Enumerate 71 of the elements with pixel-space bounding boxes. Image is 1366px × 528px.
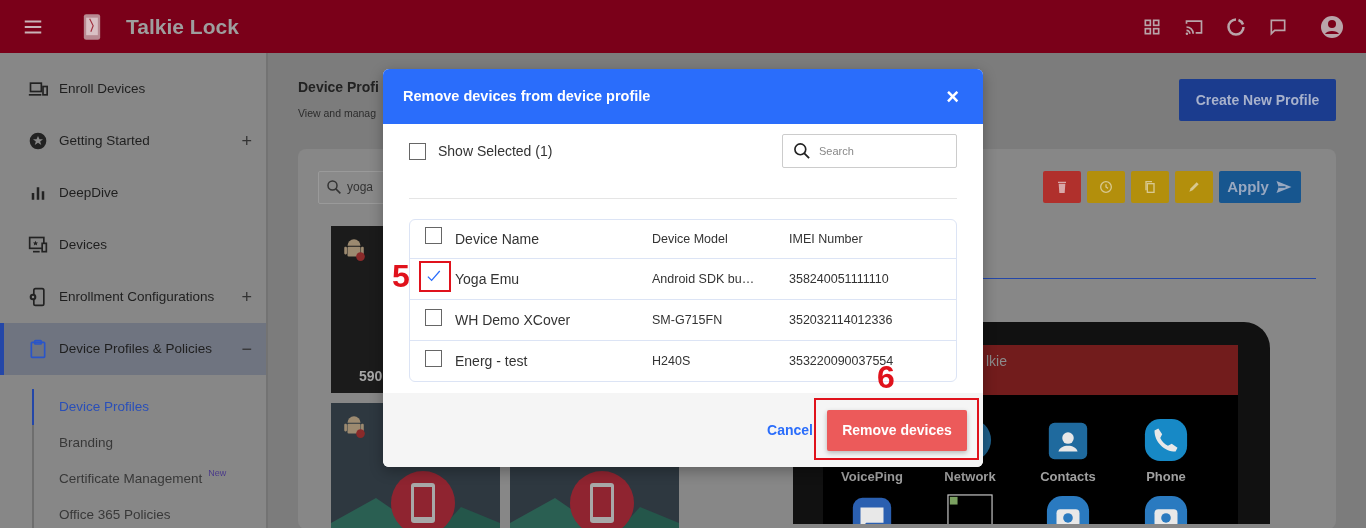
new-label: New bbox=[208, 467, 227, 480]
cancel-link[interactable]: Cancel bbox=[767, 419, 813, 441]
app-title: Talkie Lock bbox=[126, 13, 239, 40]
sidebar-label: DeepDive bbox=[59, 183, 119, 202]
sidebar-label: Enrollment Configurations bbox=[59, 287, 215, 306]
page-subtitle: View and manag bbox=[298, 106, 378, 121]
expand-toggle[interactable]: + bbox=[241, 283, 252, 311]
submenu-item[interactable]: Office 365 Policies bbox=[32, 497, 266, 528]
column-header: Device Model bbox=[651, 230, 729, 248]
table-cell-text: 358240051111110 bbox=[788, 270, 889, 288]
sidebar-item[interactable]: Device Profiles & Policies − bbox=[0, 323, 266, 375]
submenu-label: Branding bbox=[59, 433, 114, 452]
sidebar-item[interactable]: Enroll Devices bbox=[0, 63, 266, 115]
sidebar-label: Getting Started bbox=[59, 131, 150, 150]
sidebar-item[interactable]: Devices bbox=[0, 219, 266, 271]
sidebar-item[interactable]: Getting Started + bbox=[0, 115, 266, 167]
apply-button[interactable]: Apply bbox=[1219, 170, 1301, 203]
tile-caption: 590 bbox=[359, 366, 383, 386]
column-header: IMEI Number bbox=[788, 230, 863, 248]
table-cell-text: SM-G715FN bbox=[651, 311, 724, 329]
app-label: VoicePing bbox=[841, 467, 903, 486]
sidebar-label: Device Profiles & Policies bbox=[59, 339, 213, 358]
table-cell-text: Android SDK bu… bbox=[651, 270, 756, 288]
column-header: Device Name bbox=[454, 229, 541, 249]
close-button[interactable]: × bbox=[942, 85, 963, 108]
submenu-item[interactable]: Branding bbox=[32, 425, 266, 461]
app-label: Network bbox=[944, 467, 996, 486]
table-cell-text: Yoga Emu bbox=[454, 269, 521, 289]
dialog-title: Remove devices from device profile bbox=[403, 86, 651, 106]
app-bar-title: lkie bbox=[986, 352, 1007, 369]
table-cell-text: H240S bbox=[651, 352, 692, 370]
table-cell-text: Energ - test bbox=[454, 351, 529, 371]
highlight-frame bbox=[419, 261, 451, 292]
checkbox[interactable] bbox=[409, 142, 426, 160]
devices-icon bbox=[28, 79, 48, 99]
submenu-item[interactable]: Certificate Management New bbox=[32, 461, 266, 497]
copy-icon bbox=[1142, 178, 1158, 195]
clock-icon bbox=[1098, 178, 1114, 195]
phone-icon[interactable] bbox=[1143, 416, 1189, 463]
remove-devices-button[interactable]: Remove devices bbox=[827, 409, 967, 451]
page-title: Device Profi bbox=[298, 78, 379, 97]
checkbox[interactable] bbox=[425, 227, 442, 245]
search-icon bbox=[325, 178, 343, 197]
submenu-label: Office 365 Policies bbox=[59, 505, 171, 524]
submenu-item[interactable]: Device Profiles bbox=[32, 389, 266, 425]
submenu-label: Certificate Management bbox=[59, 469, 203, 488]
sidebar-item[interactable]: DeepDive bbox=[0, 167, 266, 219]
sidebar-label: Devices bbox=[59, 235, 107, 254]
search-value: yoga bbox=[347, 179, 374, 197]
phone-settings-icon bbox=[28, 287, 48, 307]
checkbox[interactable] bbox=[425, 308, 442, 326]
checkbox[interactable] bbox=[425, 349, 442, 367]
app-label: Contacts bbox=[1040, 467, 1096, 486]
app-label: Phone bbox=[1146, 467, 1186, 486]
table-cell-text: 352032114012336 bbox=[788, 311, 893, 329]
submenu-label: Device Profiles bbox=[59, 397, 150, 416]
expand-toggle[interactable]: − bbox=[241, 335, 252, 363]
sidebar-label: Enroll Devices bbox=[59, 79, 146, 98]
avatar-icon[interactable] bbox=[1320, 14, 1344, 39]
clipboard-icon bbox=[28, 339, 48, 359]
checkbox-label: Show Selected (1) bbox=[438, 141, 553, 161]
step-number: 5 bbox=[392, 260, 410, 292]
monitor-icon bbox=[28, 235, 48, 255]
create-profile-button[interactable]: Create New Profile bbox=[1179, 79, 1336, 121]
table-cell-text: WH Demo XCover bbox=[454, 310, 572, 330]
sidebar-item[interactable]: Enrollment Configurations + bbox=[0, 271, 266, 323]
search-field[interactable]: Search bbox=[782, 134, 957, 168]
search-icon bbox=[792, 141, 812, 161]
expand-toggle[interactable]: + bbox=[241, 127, 252, 155]
loading-icon[interactable] bbox=[1226, 16, 1246, 37]
delete-button[interactable] bbox=[1043, 170, 1081, 203]
